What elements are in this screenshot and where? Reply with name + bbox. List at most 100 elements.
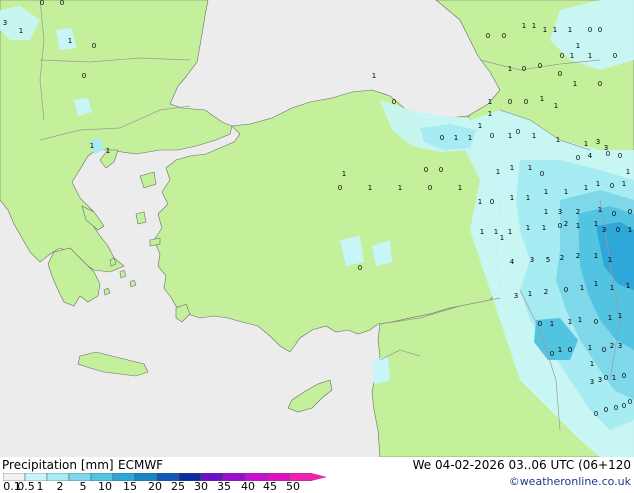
precip-value-label: 0 xyxy=(560,52,564,60)
precip-value-label: 1 xyxy=(68,37,72,45)
precip-value-label: 1 xyxy=(556,136,560,144)
precip-value-label: 1 xyxy=(106,147,110,155)
precip-value-label: 0 xyxy=(486,32,490,40)
legend-tick-label: 30 xyxy=(194,480,208,493)
legend-tick-label: 50 xyxy=(286,480,300,493)
precip-value-label: 1 xyxy=(584,140,588,148)
precip-value-label: 2 xyxy=(610,342,614,350)
precip-value-label: 1 xyxy=(544,208,548,216)
precip-value-label: 1 xyxy=(510,194,514,202)
precip-value-label: 0 xyxy=(628,398,632,406)
precip-value-label: 0 xyxy=(428,184,432,192)
precip-value-label: 1 xyxy=(590,360,594,368)
precip-value-label: 0 xyxy=(516,128,520,136)
precip-value-label: 3 xyxy=(558,208,562,216)
precip-value-label: 2 xyxy=(560,254,564,262)
precip-value-label: 3 xyxy=(3,19,7,27)
precip-value-label: 1 xyxy=(540,95,544,103)
precip-value-label: 0 xyxy=(558,222,562,230)
precip-value-label: 0 xyxy=(538,62,542,70)
precip-value-label: 0 xyxy=(508,98,512,106)
precip-value-label: 1 xyxy=(342,170,346,178)
precip-value-label: 1 xyxy=(480,228,484,236)
credit-link[interactable]: ©weatheronline.co.uk xyxy=(509,475,631,488)
precip-value-label: 1 xyxy=(618,312,622,320)
precip-value-label: 3 xyxy=(530,256,534,264)
legend-tick-label: 15 xyxy=(123,480,137,493)
precip-value-label: 1 xyxy=(596,180,600,188)
precip-value-label: 0 xyxy=(82,72,86,80)
precip-value-label: 1 xyxy=(578,316,582,324)
precip-value-label: 0 xyxy=(616,226,620,234)
precip-value-label: 2 xyxy=(544,288,548,296)
precip-value-label: 0 xyxy=(358,264,362,272)
precip-value-label: 1 xyxy=(610,284,614,292)
precip-value-label: 1 xyxy=(570,52,574,60)
precip-value-label: 1 xyxy=(553,26,557,34)
legend-tick-label: 10 xyxy=(98,480,112,493)
precip-value-label: 1 xyxy=(542,224,546,232)
precip-value-label: 1 xyxy=(543,26,547,34)
precip-value-label: 0 xyxy=(618,152,622,160)
precip-value-label: 0 xyxy=(440,134,444,142)
precip-value-label: 3 xyxy=(590,378,594,386)
precip-value-label: 1 xyxy=(622,180,626,188)
precip-value-label: 3 xyxy=(514,292,518,300)
precip-value-label: 0 xyxy=(92,42,96,50)
precip-value-label: 1 xyxy=(488,110,492,118)
precip-value-label: 0 xyxy=(604,374,608,382)
precip-value-label: 1 xyxy=(554,102,558,110)
legend-tick-label: 20 xyxy=(148,480,162,493)
map-title: Precipitation [mm] xyxy=(2,458,114,472)
precip-value-label: 1 xyxy=(494,228,498,236)
precip-value-label: 1 xyxy=(508,228,512,236)
precip-value-label: 1 xyxy=(478,198,482,206)
precip-value-label: 1 xyxy=(594,220,598,228)
legend-tick-label: 5 xyxy=(79,480,87,493)
precip-value-label: 0 xyxy=(602,346,606,354)
precip-value-label: 1 xyxy=(628,226,632,234)
precip-value-label: 1 xyxy=(526,224,530,232)
precip-value-label: 1 xyxy=(528,290,532,298)
precip-value-label: 1 xyxy=(468,134,472,142)
precip-value-label: 1 xyxy=(544,188,548,196)
precip-value-label: 0 xyxy=(502,32,506,40)
precip-value-label: 1 xyxy=(573,80,577,88)
precip-value-label: 1 xyxy=(454,134,458,142)
precip-value-label: 1 xyxy=(608,314,612,322)
precip-value-label: 0 xyxy=(622,402,626,410)
precip-value-label: 0 xyxy=(558,70,562,78)
precip-value-label: 1 xyxy=(576,42,580,50)
precip-value-label: 0 xyxy=(540,170,544,178)
precip-value-label: 1 xyxy=(550,320,554,328)
precip-value-label: 0 xyxy=(594,410,598,418)
precip-value-label: 0 xyxy=(613,52,617,60)
precip-value-label: 0 xyxy=(439,166,443,174)
precip-value-label: 1 xyxy=(608,256,612,264)
precip-value-label: 1 xyxy=(576,222,580,230)
precip-value-label: 0 xyxy=(594,318,598,326)
precip-value-label: 3 xyxy=(596,138,600,146)
precip-value-label: 1 xyxy=(500,234,504,242)
precip-value-label: 1 xyxy=(522,22,526,30)
precip-value-label: 1 xyxy=(626,282,630,290)
precipitation-map: 0031100111111100001011010001010100111101… xyxy=(0,0,634,458)
precip-value-label: 0 xyxy=(604,406,608,414)
precip-value-label: 1 xyxy=(372,72,376,80)
precip-value-label: 1 xyxy=(588,52,592,60)
precip-value-label: 3 xyxy=(598,376,602,384)
legend-colorbar xyxy=(3,473,327,481)
precip-value-label: 1 xyxy=(508,132,512,140)
legend-arrow xyxy=(311,473,327,481)
precip-value-label: 1 xyxy=(568,26,572,34)
precip-value-label: 0 xyxy=(588,26,592,34)
precip-value-label: 0 xyxy=(60,0,64,7)
precip-value-label: 2 xyxy=(576,252,580,260)
forecast-datetime: We 04-02-2026 03..06 UTC (06+120 xyxy=(412,458,631,472)
precip-value-label: 3 xyxy=(618,342,622,350)
precip-value-label: 1 xyxy=(626,168,630,176)
precip-value-label: 0 xyxy=(612,210,616,218)
precip-value-label: 0 xyxy=(338,184,342,192)
precip-value-label: 1 xyxy=(580,284,584,292)
precip-value-label: 1 xyxy=(526,194,530,202)
